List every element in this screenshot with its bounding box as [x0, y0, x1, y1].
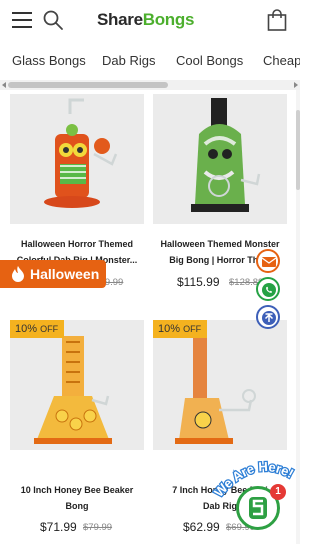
category-glass-bongs[interactable]: Glass Bongs	[12, 53, 86, 68]
chat-notification-badge: 1	[270, 484, 286, 500]
scrollbar-thumb[interactable]	[8, 82, 168, 88]
discount-badge: 10% OFF	[153, 320, 208, 338]
product-price: $71.99	[40, 520, 77, 534]
product-image[interactable]	[153, 320, 287, 450]
category-cheap[interactable]: Cheap	[263, 53, 300, 68]
discount-badge: 10% OFF	[10, 320, 65, 338]
category-nav: Glass Bongs Dab Rigs Cool Bongs Cheap	[0, 44, 300, 78]
scroll-right-icon[interactable]	[294, 82, 298, 88]
vertical-scrollbar-thumb[interactable]	[296, 110, 300, 190]
scroll-left-icon[interactable]	[2, 82, 6, 88]
product-title-line1[interactable]: 10 Inch Honey Bee Beaker	[10, 482, 144, 498]
site-header: ShareBongs	[0, 0, 300, 40]
discount-badge-off: OFF	[183, 324, 202, 334]
halloween-promo-label: Halloween	[30, 266, 100, 282]
product-image[interactable]	[10, 94, 144, 224]
product-old-price: $79.99	[83, 522, 113, 533]
product-title-line2[interactable]: Bong	[10, 498, 144, 514]
category-cool-bongs[interactable]: Cool Bongs	[176, 53, 243, 68]
email-button[interactable]	[256, 249, 280, 273]
category-dab-rigs[interactable]: Dab Rigs	[102, 53, 155, 68]
product-price: $115.99	[177, 275, 220, 289]
search-icon[interactable]	[42, 9, 64, 31]
halloween-promo-tab[interactable]: Halloween	[0, 260, 106, 288]
product-title-line1[interactable]: Halloween Horror Themed	[10, 236, 144, 252]
logo-text-bongs: Bongs	[142, 10, 195, 29]
flame-icon	[12, 266, 24, 282]
site-logo[interactable]: ShareBongs	[97, 10, 194, 30]
product-image[interactable]	[10, 320, 144, 450]
discount-badge-value: 10%	[15, 323, 38, 335]
whatsapp-icon	[262, 283, 276, 297]
menu-icon[interactable]	[12, 12, 32, 28]
product-image[interactable]	[153, 94, 287, 224]
discount-badge-value: 10%	[158, 323, 181, 335]
whatsapp-button[interactable]	[256, 277, 280, 301]
arrow-up-icon	[262, 311, 276, 325]
horizontal-scrollbar[interactable]	[0, 80, 300, 90]
chat-widget[interactable]: We Are Here! 1	[212, 460, 300, 544]
email-icon	[261, 257, 277, 267]
discount-badge-off: OFF	[40, 324, 59, 334]
shopping-bag-icon[interactable]	[266, 8, 288, 32]
back-to-top-button[interactable]	[256, 305, 280, 329]
logo-text-share: Share	[97, 10, 143, 29]
product-card[interactable]: 10% OFF 10 Inch Honey Bee Beaker Bong $7…	[10, 320, 144, 540]
